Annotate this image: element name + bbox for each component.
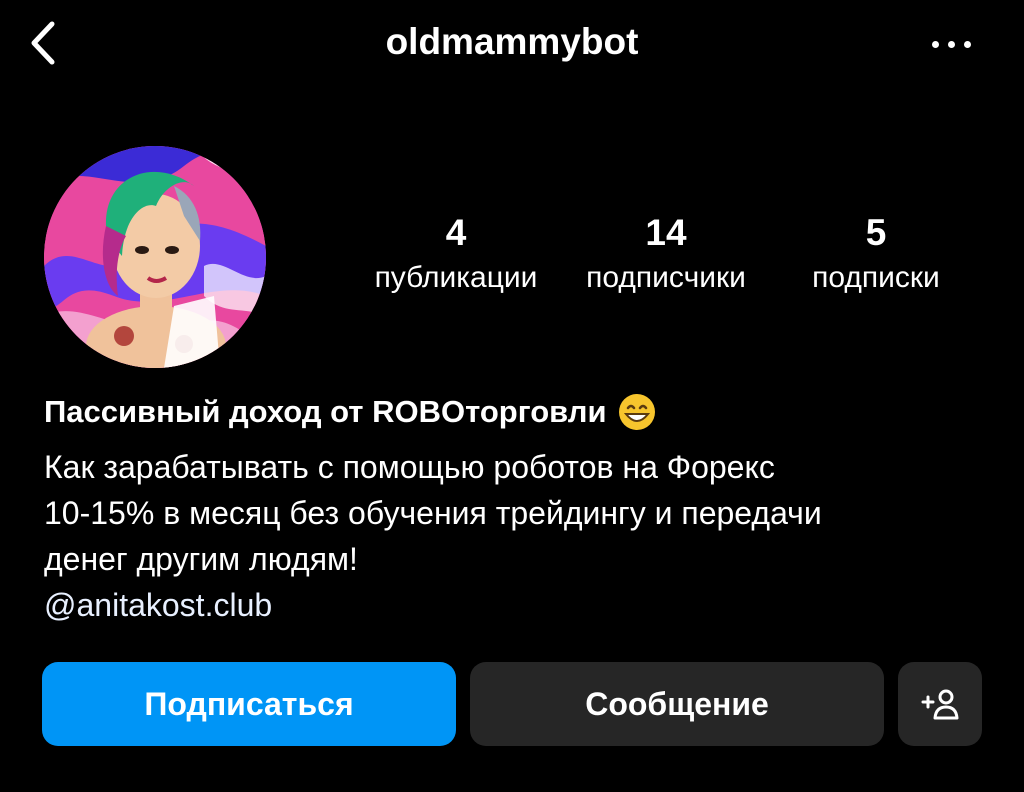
grinning-face-emoji-icon [618,394,655,430]
posts-count: 4 [445,212,467,253]
bio-title: Пассивный доход от ROBOторговли [44,388,657,436]
bio-line: 10-15% в месяц без обучения трейдингу и … [44,495,822,531]
add-person-icon [921,689,959,720]
followers-stat[interactable]: 14 подписчики [566,210,766,300]
profile-username: oldmammybot [385,21,639,62]
more-dot [947,40,955,48]
chevron-left-icon [31,21,55,65]
following-label: подписки [812,261,940,294]
posts-stat[interactable]: 4 публикации [356,210,556,300]
followers-count: 14 [645,212,687,253]
bio-line: денег другим людям! [44,541,358,577]
bio-link[interactable]: @anitakost.club [44,582,272,628]
following-count: 5 [865,212,887,253]
bio-title-text: Пассивный доход от ROBOторговли [44,394,607,429]
more-horizontal-icon [931,40,939,48]
following-stat[interactable]: 5 подписки [776,210,976,300]
message-button[interactable]: Сообщение [470,662,884,746]
suggested-accounts-button[interactable] [898,662,982,746]
follow-button[interactable]: Подписаться [42,662,456,746]
more-options-button[interactable] [918,22,984,66]
followers-label: подписчики [586,261,746,294]
bio-line: Как зарабатывать с помощью роботов на Фо… [44,449,775,485]
back-button[interactable] [18,18,68,68]
profile-avatar[interactable] [44,146,266,368]
more-dot [963,40,971,48]
avatar-illustration [44,146,266,368]
posts-label: публикации [374,261,538,294]
